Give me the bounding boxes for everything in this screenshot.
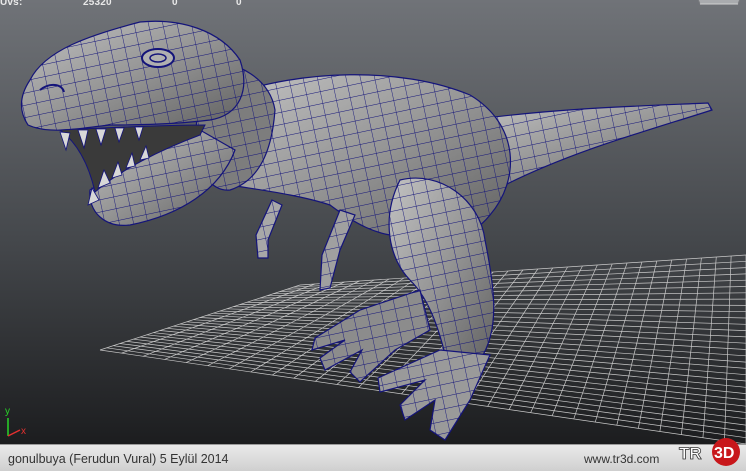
hud-uvs-label: Uvs: [0,0,23,8]
view-cube-icon[interactable] [692,0,746,6]
maya-viewport[interactable]: Uvs: 25320 0 0 y x [0,0,746,444]
tr3d-logo: TR 3D [679,438,740,466]
svg-text:TR: TR [679,444,702,463]
viewport-scene [0,0,746,444]
hud-uvs-value-3: 0 [236,0,242,8]
axis-gizmo: y x [5,406,26,437]
svg-text:3D: 3D [714,445,734,462]
hud-uvs-count: 25320 [83,0,112,8]
axis-y-label: y [5,406,10,417]
credits-bar: gonulbuya (Ferudun Vural) 5 Eylül 2014 w… [0,444,746,471]
author-credit: gonulbuya (Ferudun Vural) 5 Eylül 2014 [8,452,229,466]
hud-uvs-value-2: 0 [172,0,178,8]
trex-eye [141,48,175,68]
site-link[interactable]: www.tr3d.com [584,452,659,466]
axis-x-label: x [21,426,26,437]
